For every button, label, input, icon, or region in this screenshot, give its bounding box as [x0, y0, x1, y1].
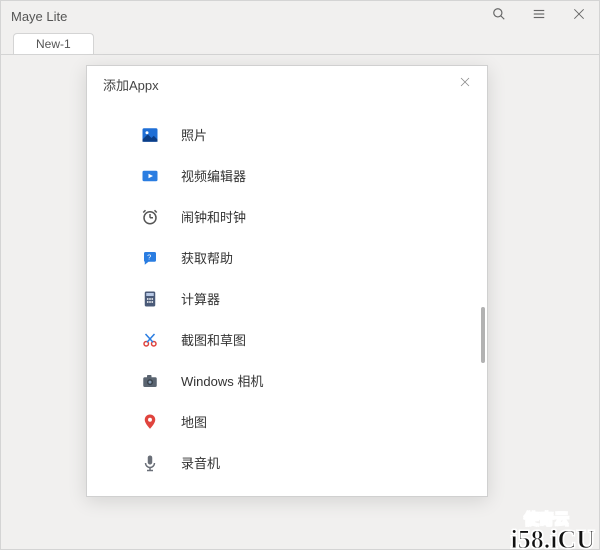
content-area: 添加Appx 照片	[1, 54, 599, 549]
dialog-scrollbar[interactable]	[481, 307, 485, 363]
close-icon	[572, 7, 586, 26]
photos-icon	[141, 126, 159, 144]
app-item-label: 地图	[181, 412, 207, 431]
dialog-title: 添加Appx	[103, 75, 451, 94]
app-item-recorder[interactable]: 录音机	[87, 442, 487, 483]
titlebar-controls	[479, 1, 599, 31]
app-item-snip[interactable]: 截图和草图	[87, 319, 487, 360]
svg-text:?: ?	[147, 252, 151, 261]
help-icon: ?	[141, 249, 159, 267]
app-item-camera[interactable]: Windows 相机	[87, 360, 487, 401]
camera-icon	[141, 372, 159, 390]
app-item-get-help[interactable]: ? 获取帮助	[87, 237, 487, 278]
dialog-header: 添加Appx	[87, 66, 487, 102]
maps-icon	[141, 413, 159, 431]
video-editor-icon	[141, 167, 159, 185]
app-item-label: 闹钟和时钟	[181, 207, 246, 226]
close-button[interactable]	[559, 1, 599, 31]
menu-button[interactable]	[519, 1, 559, 31]
app-item-clock[interactable]: 闹钟和时钟	[87, 196, 487, 237]
tab-new-1[interactable]: New-1	[13, 33, 94, 54]
close-icon	[459, 75, 471, 93]
app-list: 照片 视频编辑器 闹钟和时钟	[87, 102, 487, 483]
app-item-label: 截图和草图	[181, 330, 246, 349]
watermark-small: 使奇云	[524, 514, 569, 528]
window-title: Maye Lite	[11, 9, 479, 24]
app-item-label: 视频编辑器	[181, 166, 246, 185]
dialog-body: 照片 视频编辑器 闹钟和时钟	[87, 102, 487, 496]
dialog-close-button[interactable]	[451, 70, 479, 98]
watermark-main: i58.iCU	[511, 525, 596, 550]
app-item-label: 照片	[181, 125, 207, 144]
app-window: Maye Lite New-1 添加Appx	[0, 0, 600, 550]
app-item-label: Windows 相机	[181, 371, 263, 390]
calculator-icon	[141, 290, 159, 308]
app-item-video-editor[interactable]: 视频编辑器	[87, 155, 487, 196]
watermark: 使奇云 i58.iCU	[511, 528, 596, 550]
app-item-maps[interactable]: 地图	[87, 401, 487, 442]
app-item-label: 录音机	[181, 453, 220, 472]
search-button[interactable]	[479, 1, 519, 31]
add-appx-dialog: 添加Appx 照片	[86, 65, 488, 497]
titlebar: Maye Lite	[1, 1, 599, 31]
snip-icon	[141, 331, 159, 349]
recorder-icon	[141, 454, 159, 472]
tabbar: New-1	[1, 31, 599, 54]
search-icon	[492, 7, 506, 26]
app-item-photos[interactable]: 照片	[87, 114, 487, 155]
app-item-label: 计算器	[181, 289, 220, 308]
hamburger-icon	[532, 7, 546, 26]
app-item-calculator[interactable]: 计算器	[87, 278, 487, 319]
clock-icon	[141, 208, 159, 226]
app-item-label: 获取帮助	[181, 248, 233, 267]
